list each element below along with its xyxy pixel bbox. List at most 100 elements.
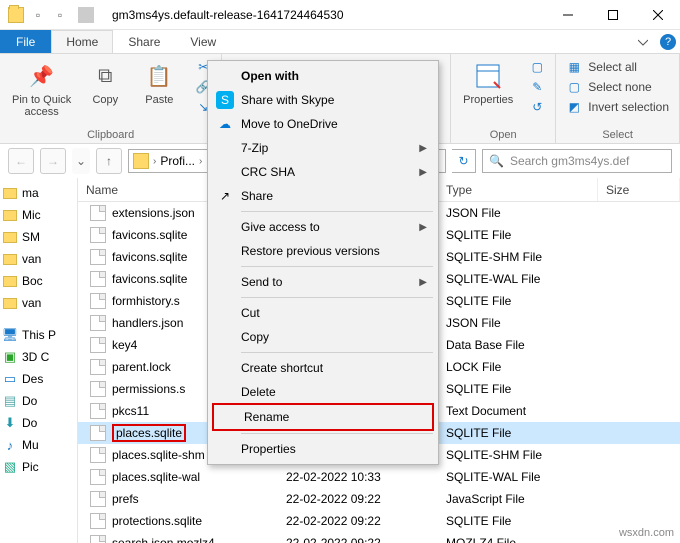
share-icon: ↗ (216, 187, 234, 205)
col-size[interactable]: Size (598, 178, 680, 201)
menu-share-skype[interactable]: SShare with Skype (211, 88, 435, 112)
edit-button[interactable]: ✎ (527, 78, 547, 96)
back-button[interactable]: ← (8, 148, 34, 174)
menu-share[interactable]: ↗Share (211, 184, 435, 208)
up-button[interactable]: ↑ (96, 148, 122, 174)
file-type: MOZLZ4 File (438, 536, 598, 543)
3d-icon: ▣ (2, 349, 18, 365)
tree-item[interactable]: Mic (2, 204, 75, 226)
ribbon-tabs: File Home Share View ? (0, 30, 680, 54)
menu-7zip[interactable]: 7-Zip▶ (211, 136, 435, 160)
file-date: 22-02-2022 10:33 (278, 470, 438, 484)
file-date: 22-02-2022 09:22 (278, 514, 438, 528)
select-all-button[interactable]: ▦Select all (564, 58, 671, 76)
paste-icon: 📋 (143, 60, 175, 92)
file-icon (90, 337, 106, 353)
tree-item[interactable]: ▭Des (2, 368, 75, 390)
menu-create-shortcut[interactable]: Create shortcut (211, 356, 435, 380)
tab-home[interactable]: Home (51, 30, 113, 53)
forward-button[interactable]: → (40, 148, 66, 174)
file-icon (90, 205, 106, 221)
menu-rename[interactable]: Rename (214, 405, 432, 429)
paste-button[interactable]: 📋 Paste (135, 58, 183, 108)
pictures-icon: ▧ (2, 459, 18, 475)
skype-icon: S (216, 91, 234, 109)
tree-item[interactable]: ma (2, 182, 75, 204)
menu-send-to[interactable]: Send to▶ (211, 270, 435, 294)
tree-item[interactable]: ⬇Do (2, 412, 75, 434)
menu-cut[interactable]: Cut (211, 301, 435, 325)
file-row[interactable]: protections.sqlite22-02-2022 09:22SQLITE… (78, 510, 680, 532)
tab-file[interactable]: File (0, 30, 51, 53)
tab-view[interactable]: View (175, 30, 231, 53)
minimize-button[interactable] (545, 0, 590, 30)
file-icon (90, 293, 106, 309)
file-type: JavaScript File (438, 492, 598, 506)
tree-item[interactable]: ♪Mu (2, 434, 75, 456)
ribbon-expand[interactable] (630, 30, 656, 53)
file-name: parent.lock (112, 360, 171, 374)
file-icon (90, 359, 106, 375)
qat-item[interactable]: ▫ (30, 7, 46, 23)
invert-selection-button[interactable]: ◩Invert selection (564, 98, 671, 116)
tree-item[interactable]: van (2, 248, 75, 270)
documents-icon: ▤ (2, 393, 18, 409)
recent-dropdown[interactable]: ⌄ (72, 148, 90, 174)
file-type: Data Base File (438, 338, 598, 352)
folder-icon (8, 7, 24, 23)
tree-item[interactable]: SM (2, 226, 75, 248)
tree-item[interactable]: ▧Pic (2, 456, 75, 478)
file-type: SQLITE-SHM File (438, 250, 598, 264)
tree-item[interactable]: ▣3D C (2, 346, 75, 368)
file-name: favicons.sqlite (112, 272, 187, 286)
close-button[interactable] (635, 0, 680, 30)
tab-share[interactable]: Share (113, 30, 175, 53)
search-box[interactable]: 🔍 Search gm3ms4ys.def (482, 149, 672, 173)
file-name: places.sqlite-shm (112, 448, 205, 462)
file-name: places.sqlite (112, 426, 186, 440)
menu-move-onedrive[interactable]: ☁Move to OneDrive (211, 112, 435, 136)
file-type: LOCK File (438, 360, 598, 374)
menu-give-access[interactable]: Give access to▶ (211, 215, 435, 239)
file-type: SQLITE File (438, 426, 598, 440)
menu-copy[interactable]: Copy (211, 325, 435, 349)
search-placeholder: Search gm3ms4ys.def (510, 154, 629, 168)
menu-open-with[interactable]: Open with (211, 64, 435, 88)
properties-button[interactable]: Properties (459, 58, 517, 108)
file-type: JSON File (438, 206, 598, 220)
tree-item[interactable]: Boc (2, 270, 75, 292)
file-icon (90, 491, 106, 507)
tree-item[interactable]: van (2, 292, 75, 314)
folder-icon (133, 153, 149, 169)
file-name: search.json.mozlz4 (112, 536, 215, 543)
select-none-button[interactable]: ▢Select none (564, 78, 671, 96)
nav-tree[interactable]: ma Mic SM van Boc van 🖥This P ▣3D C ▭Des… (0, 178, 78, 543)
group-clipboard: 📌 Pin to Quick access ⧉ Copy 📋 Paste ✂ 🔗… (0, 54, 222, 143)
menu-delete[interactable]: Delete (211, 380, 435, 404)
file-row[interactable]: search.json.mozlz4 22-02-2022 09:22MOZLZ4… (78, 532, 680, 543)
menu-crc-sha[interactable]: CRC SHA▶ (211, 160, 435, 184)
qat-item[interactable]: ▫ (52, 7, 68, 23)
file-row[interactable]: places.sqlite-wal22-02-2022 10:33SQLITE-… (78, 466, 680, 488)
tree-item[interactable]: ▤Do (2, 390, 75, 412)
menu-restore-versions[interactable]: Restore previous versions (211, 239, 435, 263)
file-row[interactable]: prefs22-02-2022 09:22JavaScript File (78, 488, 680, 510)
history-button[interactable]: ↺ (527, 98, 547, 116)
menu-properties[interactable]: Properties (211, 437, 435, 461)
file-type: SQLITE-WAL File (438, 272, 598, 286)
copy-button[interactable]: ⧉ Copy (81, 58, 129, 108)
maximize-button[interactable] (590, 0, 635, 30)
help-button[interactable]: ? (656, 30, 680, 53)
open-button[interactable]: ▢ (527, 58, 547, 76)
chevron-right-icon: ▶ (419, 222, 427, 233)
pin-quick-access-button[interactable]: 📌 Pin to Quick access (8, 58, 75, 120)
col-type[interactable]: Type (438, 178, 598, 201)
tree-this-pc[interactable]: 🖥This P (2, 324, 75, 346)
file-name: prefs (112, 492, 139, 506)
file-name: extensions.json (112, 206, 195, 220)
window-controls (545, 0, 680, 30)
breadcrumb[interactable]: Profi... (160, 154, 195, 168)
refresh-button[interactable]: ↻ (452, 149, 476, 173)
menu-separator (241, 352, 433, 353)
file-date: 22-02-2022 09:22 (278, 536, 438, 543)
